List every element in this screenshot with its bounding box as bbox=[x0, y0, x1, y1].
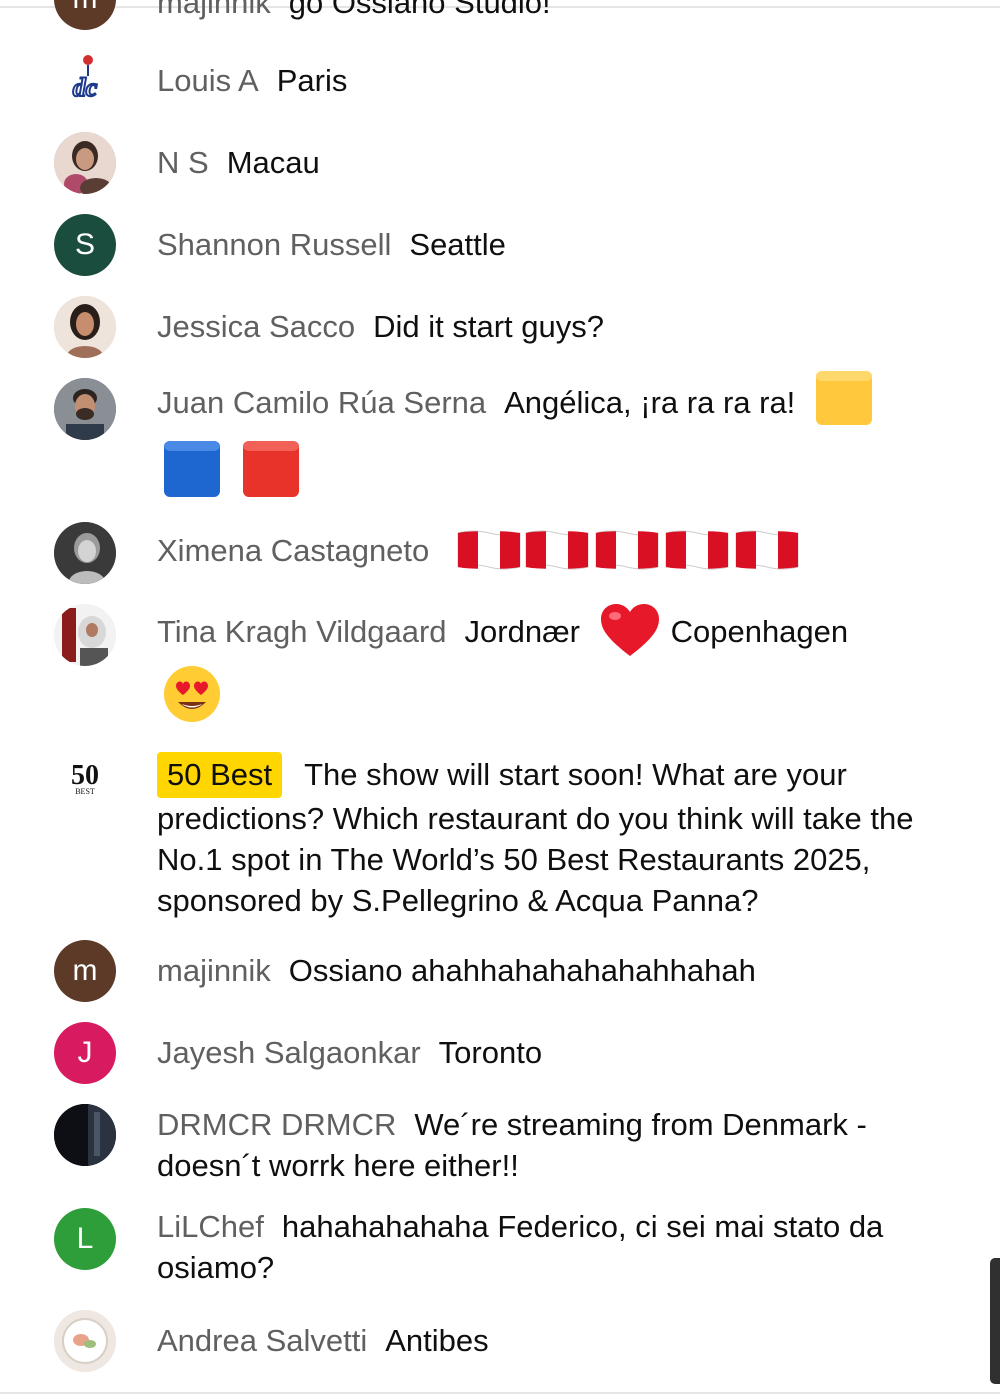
message-text: Did it start guys? bbox=[373, 309, 605, 344]
person-photo-icon bbox=[54, 132, 116, 194]
author-name[interactable]: N S bbox=[157, 145, 209, 180]
message-text: Jordnær bbox=[464, 614, 580, 650]
blue-square-icon bbox=[164, 441, 220, 497]
red-heart-icon bbox=[600, 604, 659, 656]
avatar[interactable] bbox=[54, 132, 116, 194]
avatar[interactable]: m bbox=[54, 940, 116, 1002]
food-photo-icon bbox=[54, 1310, 116, 1372]
message-text: Antibes bbox=[385, 1323, 489, 1358]
message-line: Tina Kragh Vildgaard Jordnær Copenhagen bbox=[157, 604, 937, 658]
message-text: Angélica, ¡ra ra ra ra! bbox=[504, 385, 796, 420]
peru-flag-icon bbox=[457, 530, 521, 570]
avatar-initial: m bbox=[72, 954, 98, 987]
owner-badge[interactable]: 50 Best bbox=[157, 752, 283, 798]
message-text: Paris bbox=[276, 63, 348, 98]
message-line: Ximena Castagneto bbox=[157, 530, 937, 573]
svg-text:BEST: BEST bbox=[75, 787, 95, 796]
person-photo-icon bbox=[54, 604, 116, 666]
peru-flag-icon bbox=[665, 530, 729, 570]
message-line: 50 Best The show will start soon! What ar… bbox=[157, 752, 932, 921]
author-name[interactable]: Jayesh Salgaonkar bbox=[157, 1035, 421, 1070]
scrollbar-thumb[interactable] bbox=[990, 1258, 1000, 1384]
avatar-initial: J bbox=[77, 1036, 93, 1069]
avatar[interactable]: L bbox=[54, 1208, 116, 1270]
peru-flag-icon bbox=[595, 530, 659, 570]
message-text: Macau bbox=[226, 145, 320, 180]
person-photo-icon bbox=[54, 378, 116, 440]
flag-row bbox=[456, 527, 802, 573]
author-name[interactable]: DRMCR DRMCR bbox=[157, 1107, 396, 1142]
message-line: majinnik go Ossiano Studio! bbox=[157, 0, 551, 23]
avatar[interactable]: 50 BEST bbox=[54, 748, 116, 810]
message-text: Toronto bbox=[438, 1035, 543, 1070]
message-line: LiLChef hahahahahaha Federico, ci sei mai… bbox=[157, 1206, 932, 1288]
avatar-initial: m bbox=[73, 0, 98, 16]
svg-text:dc: dc bbox=[73, 73, 98, 102]
avatar[interactable]: dc bbox=[54, 50, 116, 112]
peru-flag-icon bbox=[525, 530, 589, 570]
emoji-line bbox=[163, 440, 943, 498]
avatar[interactable]: S bbox=[54, 214, 116, 276]
dc-logo-icon: dc bbox=[72, 55, 99, 103]
author-name[interactable]: Juan Camilo Rúa Serna bbox=[157, 385, 486, 420]
author-name[interactable]: LiLChef bbox=[157, 1209, 264, 1244]
avatar-initial: S bbox=[74, 228, 95, 261]
author-name[interactable]: Jessica Sacco bbox=[157, 309, 355, 344]
avatar[interactable] bbox=[54, 522, 116, 584]
person-photo-icon bbox=[54, 296, 116, 358]
message-line: majinnik Ossiano ahahhahahahahahhahah bbox=[157, 950, 937, 991]
message-line: Jayesh Salgaonkar Toronto bbox=[157, 1032, 937, 1073]
avatar[interactable] bbox=[54, 1310, 116, 1372]
heart-eyes-face-icon bbox=[164, 666, 220, 722]
message-text: Seattle bbox=[409, 227, 506, 262]
avatar[interactable] bbox=[54, 296, 116, 358]
person-photo-icon bbox=[54, 522, 116, 584]
dark-photo-icon bbox=[54, 1104, 116, 1166]
message-line: DRMCR DRMCR We´re streaming from Denmark … bbox=[157, 1104, 932, 1186]
avatar[interactable] bbox=[54, 604, 116, 666]
avatar[interactable] bbox=[54, 378, 116, 440]
author-name[interactable]: Tina Kragh Vildgaard bbox=[157, 614, 447, 649]
message-line: Andrea Salvetti Antibes bbox=[157, 1320, 937, 1361]
live-chat-panel: m majinnik go Ossiano Studio! dc Louis A P… bbox=[0, 0, 1000, 1400]
author-name[interactable]: Andrea Salvetti bbox=[157, 1323, 367, 1358]
avatar[interactable]: m bbox=[54, 0, 116, 30]
message-line: Louis A Paris bbox=[157, 60, 937, 101]
author-name[interactable]: Shannon Russell bbox=[157, 227, 391, 262]
avatar[interactable]: J bbox=[54, 1022, 116, 1084]
emoji-line bbox=[162, 664, 942, 724]
50-best-logo-icon: 50 BEST bbox=[71, 760, 99, 796]
red-square-icon bbox=[242, 441, 299, 497]
author-name[interactable]: majinnik bbox=[157, 0, 271, 20]
message-text: hahahahahaha Federico, ci sei mai stato … bbox=[157, 1209, 884, 1285]
author-name[interactable]: majinnik bbox=[157, 953, 271, 988]
peru-flag-icon bbox=[735, 530, 799, 570]
message-line: Juan Camilo Rúa Serna Angélica, ¡ra ra ra… bbox=[157, 370, 937, 427]
avatar[interactable] bbox=[54, 1104, 116, 1166]
author-name[interactable]: Ximena Castagneto bbox=[157, 533, 429, 568]
message-text-after: Copenhagen bbox=[670, 614, 849, 650]
avatar-initial: L bbox=[76, 1222, 94, 1255]
bottom-divider bbox=[0, 1392, 1000, 1394]
message-line: Shannon Russell Seattle bbox=[157, 224, 937, 265]
message-text: go Ossiano Studio! bbox=[288, 0, 551, 20]
message-text: Ossiano ahahhahahahahahhahah bbox=[288, 953, 756, 988]
author-name[interactable]: Louis A bbox=[157, 63, 259, 98]
message-line: Jessica Sacco Did it start guys? bbox=[157, 306, 937, 347]
message-line: N S Macau bbox=[157, 142, 937, 183]
yellow-square-icon bbox=[815, 370, 872, 425]
